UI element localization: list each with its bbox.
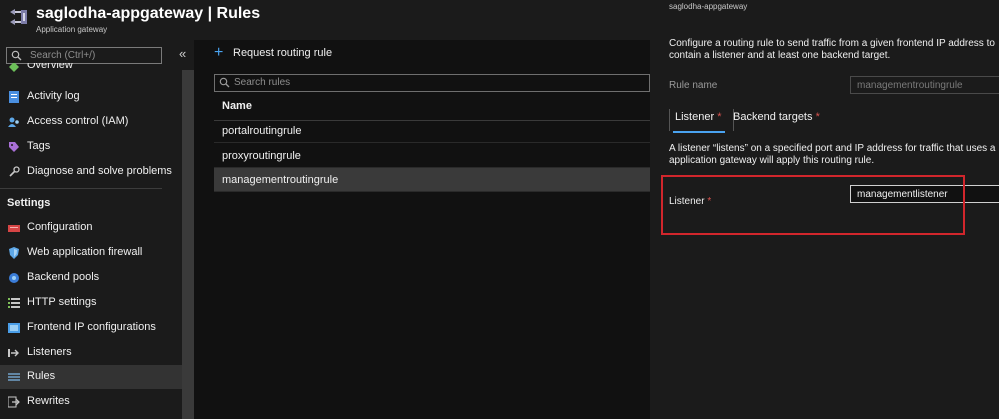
shield-icon — [8, 247, 20, 259]
rules-icon — [8, 371, 20, 383]
sidebar-item-overview[interactable]: Overview — [0, 63, 182, 75]
sidebar-item-listeners[interactable]: Listeners — [0, 341, 182, 365]
sidebar-item-label: Listeners — [27, 346, 72, 358]
blade-header: saglodha-appgateway | Rules Application … — [0, 0, 650, 40]
tab-listener[interactable]: Listener * — [675, 111, 721, 123]
sidebar-item-access-control[interactable]: Access control (IAM) — [0, 110, 182, 134]
sidebar-item-tags[interactable]: Tags — [0, 135, 182, 159]
backend-pool-icon — [8, 272, 20, 284]
sidebar-item-rules[interactable]: Rules — [0, 365, 182, 389]
sidebar-item-waf[interactable]: Web application firewall — [0, 241, 182, 265]
panel-description-line: Configure a routing rule to send traffic… — [669, 38, 995, 49]
highlight-box — [661, 175, 965, 235]
sidebar-search-input[interactable]: Search (Ctrl+/) — [6, 47, 162, 64]
sidebar-item-http-settings[interactable]: HTTP settings — [0, 291, 182, 315]
sidebar-item-frontend-ip[interactable]: Frontend IP configurations — [0, 316, 182, 340]
tab-listener-label: Listener — [675, 111, 715, 123]
wrench-icon — [8, 166, 20, 178]
activity-log-icon — [8, 91, 20, 103]
sidebar-section-settings: Settings — [7, 197, 51, 209]
panel-subtitle: saglodha-appgateway — [669, 2, 748, 11]
collapse-sidebar-button[interactable]: « — [179, 46, 186, 61]
tab-backend-targets[interactable]: Backend targets * — [733, 111, 820, 123]
table-row[interactable]: portalroutingrule — [214, 119, 650, 143]
frontend-ip-icon — [8, 322, 20, 334]
rules-search-placeholder: Search rules — [234, 77, 291, 88]
search-icon — [11, 50, 22, 61]
sidebar-divider — [0, 188, 162, 189]
list-settings-icon — [8, 297, 20, 309]
table-row[interactable]: proxyroutingrule — [214, 144, 650, 168]
rule-name-cell: proxyroutingrule — [222, 150, 301, 162]
sidebar-item-label: Backend pools — [27, 271, 100, 283]
page-title: saglodha-appgateway | Rules — [36, 5, 261, 22]
tab-divider — [669, 109, 670, 131]
rule-name-field[interactable]: managementroutingrule — [850, 76, 999, 94]
sidebar-item-label: Tags — [27, 140, 51, 152]
sidebar-item-label: Overview — [27, 63, 73, 71]
sidebar-item-label: Access control (IAM) — [27, 115, 129, 127]
required-marker: * — [717, 111, 722, 123]
rules-search-input[interactable]: Search rules — [214, 74, 650, 92]
sidebar-item-activity-log[interactable]: Activity log — [0, 85, 182, 109]
sidebar-item-label: Configuration — [27, 221, 93, 233]
listener-description: A listener “listens” on a specified port… — [669, 143, 995, 167]
panel-description: Configure a routing rule to send traffic… — [669, 38, 999, 62]
sidebar-scrollbar[interactable] — [182, 70, 194, 419]
page-subtitle: Application gateway — [36, 25, 108, 34]
search-icon — [219, 77, 230, 88]
configuration-icon — [8, 222, 20, 234]
rule-name-label: Rule name — [669, 80, 718, 91]
tab-backend-label: Backend targets — [733, 111, 813, 123]
listener-icon — [8, 347, 20, 359]
sidebar-item-backend-pools[interactable]: Backend pools — [0, 266, 182, 290]
sidebar-item-configuration[interactable]: Configuration — [0, 216, 182, 240]
overview-icon — [8, 63, 20, 73]
sidebar-item-label: Rewrites — [27, 395, 70, 407]
table-row[interactable]: managementroutingrule — [214, 168, 650, 192]
sidebar-item-label: Diagnose and solve problems — [27, 165, 172, 177]
panel-description-line: contain a listener and at least one back… — [669, 50, 891, 61]
add-rule-label: Request routing rule — [233, 47, 333, 59]
sidebar-item-rewrites[interactable]: Rewrites — [0, 390, 182, 414]
column-header-name[interactable]: Name — [222, 100, 252, 112]
sidebar-item-diagnose[interactable]: Diagnose and solve problems — [0, 160, 182, 184]
sidebar-item-label: Activity log — [27, 90, 80, 102]
listener-description-line: A listener “listens” on a specified port… — [669, 143, 996, 154]
sidebar-item-label: Rules — [27, 370, 56, 382]
sidebar-item-label: Frontend IP configurations — [27, 321, 156, 333]
plus-icon: + — [214, 44, 224, 61]
sidebar-item-label: Web application firewall — [27, 246, 143, 258]
rule-name-cell: portalroutingrule — [222, 125, 302, 137]
application-gateway-icon — [8, 7, 28, 27]
iam-icon — [8, 116, 20, 128]
required-marker: * — [815, 111, 820, 123]
tag-icon — [8, 141, 20, 153]
rules-list-area: + Request routing rule Search rules Name… — [194, 40, 650, 419]
sidebar: Search (Ctrl+/) « Overview Activity log … — [0, 40, 194, 419]
sidebar-search-placeholder: Search (Ctrl+/) — [30, 50, 96, 61]
active-tab-indicator — [673, 131, 725, 133]
rewrite-icon — [7, 396, 20, 408]
rule-name-value: managementroutingrule — [857, 80, 963, 91]
listener-description-line: application gateway will apply this rout… — [669, 155, 875, 166]
rule-name-cell: managementroutingrule — [222, 174, 339, 186]
sidebar-item-label: HTTP settings — [27, 296, 97, 308]
